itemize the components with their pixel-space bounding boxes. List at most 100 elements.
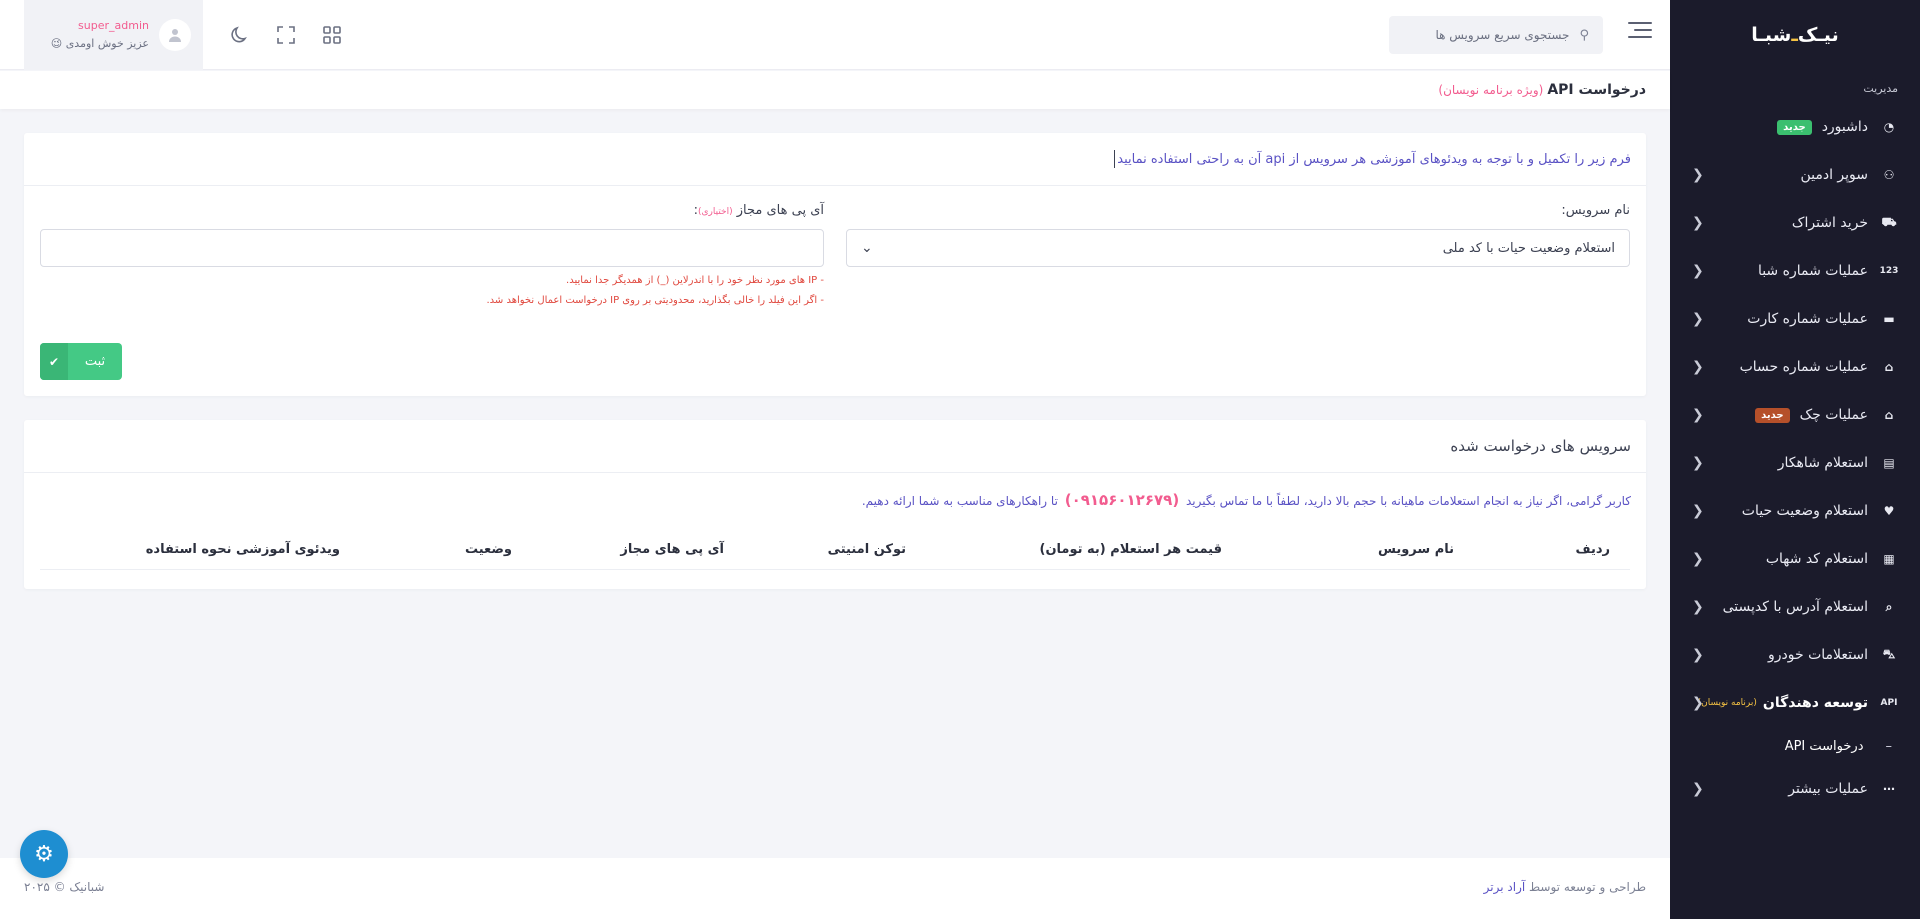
requested-services-title: سرویس های درخواست شده xyxy=(24,420,1646,473)
sidebar-item-label: عملیات چک xyxy=(1799,407,1868,423)
chat-dots-icon: ⋯ xyxy=(1883,782,1895,796)
api-icon: API xyxy=(1880,698,1898,708)
note-text-after: تا راهکارهای مناسب به شما ارائه دهیم. xyxy=(861,494,1058,508)
chevron-left-icon: ❮ xyxy=(1692,695,1704,711)
brand-name-part1: شبـا xyxy=(1751,24,1792,46)
bank-icon: ⌂ xyxy=(1884,360,1894,374)
sidebar-item-label: سوپر ادمین xyxy=(1800,167,1868,183)
footer-credit: طراحی و توسعه توسط آراد برتر xyxy=(1484,880,1646,894)
chevron-left-icon: ❮ xyxy=(1692,263,1704,279)
credit-card-icon: ▬ xyxy=(1883,312,1895,326)
contact-phone[interactable]: (۰۹۱۵۶۰۱۲۶۷۹) xyxy=(1065,491,1179,509)
sidebar-item-label: استعلام کد شهاب xyxy=(1765,551,1868,567)
new-badge: جدید xyxy=(1755,407,1790,423)
ip-hint-separator: - IP های مورد نظر خود را با اندرلاین (_)… xyxy=(566,275,824,286)
settings-gear-icon[interactable]: ⚙ xyxy=(20,830,68,878)
sidebar-subitem-api-request[interactable]: – درخواست API xyxy=(1670,727,1920,765)
sidebar-item-6[interactable]: ⌂ عملیات چک جدید ❮ xyxy=(1670,391,1920,439)
brand-name-part2: نیـک xyxy=(1797,24,1839,46)
submit-button[interactable]: ✔ ثبت xyxy=(40,343,122,380)
new-badge: جدید xyxy=(1777,119,1812,135)
service-select[interactable]: استعلام وضعیت حیات با کد ملی ⌄ xyxy=(846,229,1630,267)
avatar xyxy=(159,19,191,51)
allowed-ips-label-text: آی پی های مجاز xyxy=(736,203,824,218)
sidebar-item-label: استعلام شاهکار xyxy=(1777,455,1868,471)
sidebar-item-label: توسعه دهندگان xyxy=(1762,695,1868,711)
sidebar-item-4[interactable]: ▬ عملیات شماره کارت ❮ xyxy=(1670,295,1920,343)
sidebar-item-10[interactable]: ⌕ استعلام آدرس با کدپستی ❮ xyxy=(1670,583,1920,631)
sidebar-item-more-operations[interactable]: ⋯ عملیات بیشتر ❮ xyxy=(1670,765,1920,813)
footer-copyright: شبانیک © ۲۰۲۵ xyxy=(24,880,105,894)
requested-services-card: سرویس های درخواست شده کاربر گرامی، اگر ن… xyxy=(24,420,1646,589)
qr-code-icon: ▦ xyxy=(1883,552,1895,566)
sidebar-item-label: عملیات شماره حساب xyxy=(1739,359,1868,375)
sidebar-item-2[interactable]: ⛟ خرید اشتراک ❮ xyxy=(1670,199,1920,247)
text-caret xyxy=(1114,150,1116,168)
allowed-ips-input[interactable] xyxy=(40,229,824,267)
chevron-left-icon: ❮ xyxy=(1692,215,1704,231)
api-request-form-card: فرم زیر را تکمیل و با توجه به ویدئوهای آ… xyxy=(24,133,1646,396)
sidebar-item-1[interactable]: ⚇ سوپر ادمین ❮ xyxy=(1670,151,1920,199)
sidebar-item-label: عملیات شماره کارت xyxy=(1747,311,1868,327)
page-title: درخواست API xyxy=(1547,82,1646,98)
services-table-header: ردیف نام سرویس قیمت هر استعلام (به تومان… xyxy=(40,530,1630,570)
fullscreen-icon[interactable] xyxy=(275,24,297,46)
sidebar-subitem-label: درخواست API xyxy=(1784,738,1864,754)
submenu-dash: – xyxy=(1885,738,1893,754)
sidebar: شبـا ـ نیـک مدیریت ◔ داشبورد جدید ⚇ سوپر ادمین… xyxy=(1670,0,1920,919)
speedometer-icon: ◔ xyxy=(1883,120,1895,134)
chevron-left-icon: ❮ xyxy=(1692,455,1704,471)
brand-logo[interactable]: شبـا ـ نیـک xyxy=(1670,0,1920,70)
submit-label: ثبت xyxy=(84,354,106,369)
form-intro-text: فرم زیر را تکمیل و با توجه به ویدئوهای آ… xyxy=(1117,151,1631,167)
col-service-name: نام سرویس xyxy=(1377,542,1454,557)
form-intro: فرم زیر را تکمیل و با توجه به ویدئوهای آ… xyxy=(24,133,1646,186)
search-input[interactable] xyxy=(1409,28,1570,42)
quick-search[interactable]: ⚲ xyxy=(1389,16,1603,54)
chevron-left-icon: ❮ xyxy=(1692,407,1704,423)
chevron-down-icon: ⌄ xyxy=(861,240,873,256)
credit-link[interactable]: آراد برتر xyxy=(1484,880,1526,894)
user-name: super_admin xyxy=(78,19,149,32)
apps-grid-icon[interactable] xyxy=(321,24,343,46)
sidebar-item-12[interactable]: API توسعه دهندگان (برنامه نویسان) ❮ xyxy=(1670,679,1920,727)
sidebar-item-7[interactable]: ▤ استعلام شاهکار ❮ xyxy=(1670,439,1920,487)
chevron-left-icon: ❮ xyxy=(1692,167,1704,183)
sidebar-item-9[interactable]: ▦ استعلام کد شهاب ❮ xyxy=(1670,535,1920,583)
sidebar-menu: ◔ داشبورد جدید ⚇ سوپر ادمین ❮ ⛟ خرید اشتراک ❮ 123… xyxy=(1670,103,1920,727)
dark-mode-moon-icon[interactable] xyxy=(229,24,251,46)
chevron-left-icon: ❮ xyxy=(1692,781,1704,797)
chevron-left-icon: ❮ xyxy=(1692,599,1704,615)
heart-icon: ♥ xyxy=(1883,504,1895,518)
service-select-value: استعلام وضعیت حیات با کد ملی xyxy=(1442,240,1615,256)
service-name-label: نام سرویس: xyxy=(1561,203,1630,218)
sidebar-item-5[interactable]: ⌂ عملیات شماره حساب ❮ xyxy=(1670,343,1920,391)
menu-toggle-icon[interactable] xyxy=(1628,22,1652,46)
check-icon: ✔ xyxy=(40,343,68,380)
sidebar-item-3[interactable]: 123 عملیات شماره شبا ❮ xyxy=(1670,247,1920,295)
note-text-before: کاربر گرامی، اگر نیاز به انجام استعلامات… xyxy=(1186,494,1631,508)
top-header: ⚲ super_admin عزیز خوش اومدی 😉 xyxy=(0,0,1670,70)
map-search-icon: ⌕ xyxy=(1885,599,1893,614)
sidebar-item-0[interactable]: ◔ داشبورد جدید xyxy=(1670,103,1920,151)
credit-prefix: طراحی و توسعه توسط xyxy=(1529,880,1646,894)
sidebar-item-label: استعلام آدرس با کدپستی xyxy=(1722,599,1868,615)
col-status: وضعیت xyxy=(464,542,512,557)
optional-tag: (اختیاری) xyxy=(697,207,733,217)
chevron-left-icon: ❮ xyxy=(1692,359,1704,375)
cart-icon: ⛟ xyxy=(1881,215,1897,229)
user-profile[interactable]: super_admin عزیز خوش اومدی 😉 xyxy=(24,0,203,70)
sidebar-item-label: خرید اشتراک xyxy=(1791,215,1868,231)
sidebar-item-label: استعلام وضعیت حیات xyxy=(1741,503,1868,519)
id-card-icon: ▤ xyxy=(1883,456,1895,470)
greeting-text: عزیز خوش اومدی xyxy=(65,37,149,50)
sidebar-item-label: استعلامات خودرو xyxy=(1768,647,1868,663)
search-icon: ⚲ xyxy=(1579,27,1589,43)
col-security-token: توکن امنیتی xyxy=(827,542,906,557)
sidebar-item-sublabel: (برنامه نویسان) xyxy=(1697,698,1757,708)
sidebar-item-11[interactable]: ⛍ استعلامات خودرو ❮ xyxy=(1670,631,1920,679)
sidebar-item-label: عملیات بیشتر xyxy=(1788,781,1868,797)
user-greeting: عزیز خوش اومدی 😉 xyxy=(51,35,149,53)
sidebar-item-8[interactable]: ♥ استعلام وضعیت حیات ❮ xyxy=(1670,487,1920,535)
numbers-123-icon: 123 xyxy=(1879,266,1899,276)
